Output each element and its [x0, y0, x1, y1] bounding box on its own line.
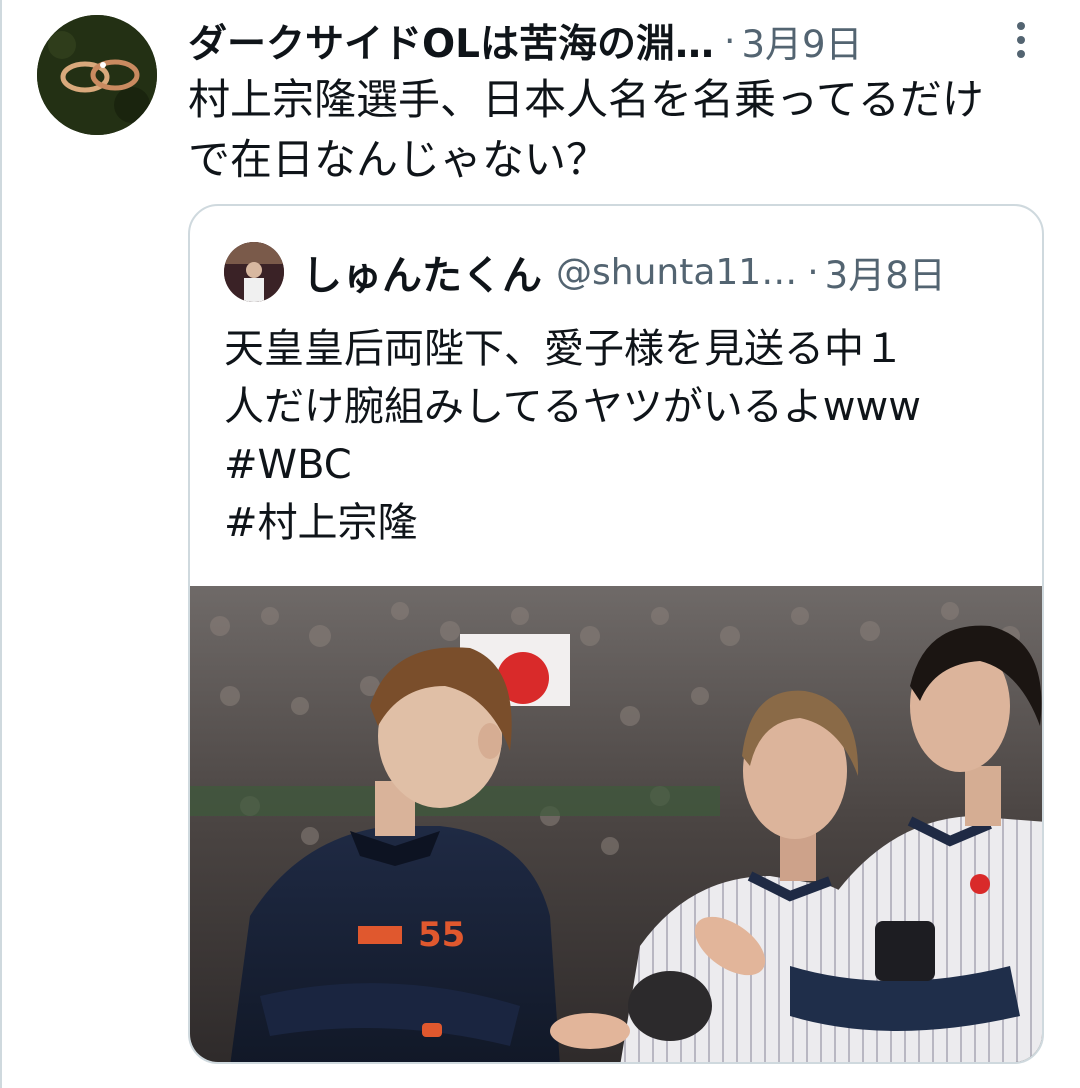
hashtag-wbc[interactable]: #WBC [224, 436, 1024, 494]
tweet-date[interactable]: 3月9日 [741, 14, 862, 68]
rings-photo-icon [37, 15, 157, 135]
quoted-author-avatar[interactable] [224, 242, 284, 302]
tweet-text-line: 村上宗隆選手、日本人名を名乗ってるだけ [188, 75, 984, 124]
jersey-number: 55 [418, 915, 465, 955]
quoted-tweet-photo[interactable]: 55 [190, 586, 1042, 1062]
hashtag-murakami[interactable]: #村上宗隆 [224, 494, 1024, 552]
author-name[interactable]: ダークサイドOLは苦海の淵… [188, 13, 714, 69]
separator-dot: · [807, 251, 819, 293]
quoted-author-name[interactable]: しゅんたくん [302, 243, 542, 301]
more-vertical-icon[interactable] [1006, 18, 1036, 62]
quoted-tweet[interactable]: しゅんたくん @shunta11… · 3月8日 天皇皇后両陛下、愛子様を見送る… [188, 204, 1044, 1064]
author-avatar[interactable] [37, 15, 157, 135]
quoted-tweet-text: 天皇皇后両陛下、愛子様を見送る中１ 人だけ腕組みしてるヤツがいるよwww #WB… [224, 320, 1024, 552]
quoted-text-line: 人だけ腕組みしてるヤツがいるよwww [224, 384, 921, 430]
tweet[interactable]: ダークサイドOLは苦海の淵… · 3月9日 村上宗隆選手、日本人名を名乗ってるだ… [0, 0, 1080, 1088]
quoted-text-line: 天皇皇后両陛下、愛子様を見送る中１ [224, 326, 904, 372]
baseball-players-photo: 55 [190, 586, 1042, 1062]
tweet-text-line: で在日なんじゃない？ [188, 135, 609, 184]
quoted-tweet-header: しゅんたくん @shunta11… · 3月8日 [224, 240, 946, 304]
tweet-text: 村上宗隆選手、日本人名を名乗ってるだけ で在日なんじゃない？ [188, 70, 1058, 190]
quoted-tweet-date[interactable]: 3月8日 [825, 245, 946, 299]
tweet-header: ダークサイドOLは苦海の淵… · 3月9日 [188, 10, 1048, 72]
separator-dot: · [724, 20, 736, 62]
quoted-author-handle[interactable]: @shunta11… [556, 252, 797, 293]
person-photo-icon [224, 242, 284, 302]
